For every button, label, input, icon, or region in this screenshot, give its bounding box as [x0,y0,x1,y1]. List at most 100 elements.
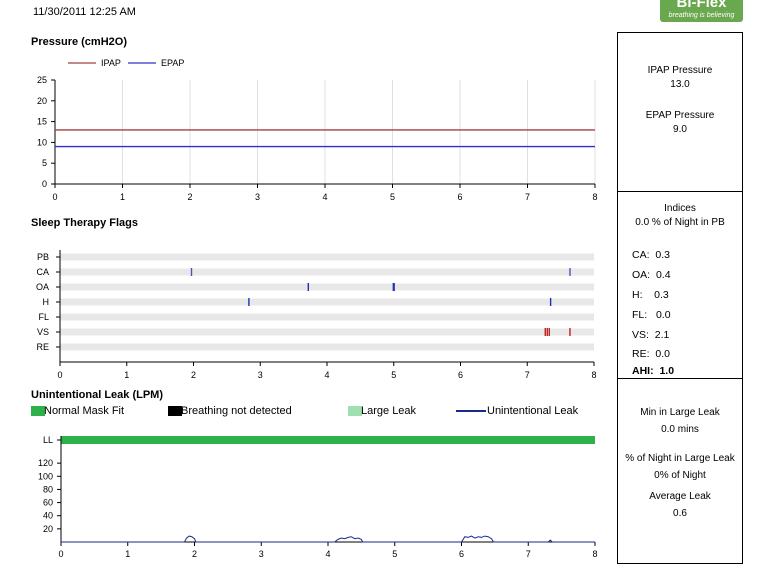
x-tick-label: 8 [592,192,597,202]
row-label-ca: CA [36,267,49,277]
y-tick-label: 5 [42,158,47,168]
y-tick-label: 60 [43,498,53,508]
y-tick-label: 15 [37,117,47,127]
index-row-h: H: 0.3 [632,289,669,301]
flag-row-band [60,328,594,336]
x-tick-label: 3 [255,192,260,202]
x-tick-label: 6 [458,370,463,380]
row-label-pb: PB [37,252,49,262]
normal-mask-fit-band [61,436,595,444]
flags-chart: PB CA OA H FL VS RE 0 1 2 3 4 5 6 7 8 [36,250,597,380]
y-tick-label: 20 [37,96,47,106]
index-value: 0.4 [655,269,671,281]
index-row-fl: FL: 0.0 [632,309,671,321]
x-tick-label: 6 [459,549,464,559]
y-tick-label: 0 [42,179,47,189]
index-label: H: [632,289,643,301]
x-tick-label: 7 [525,192,530,202]
row-label-oa: OA [36,282,49,292]
row-label-h: H [43,297,50,307]
leak-summary-panel: Min in Large Leak 0.0 mins % of Night in… [617,378,743,564]
pressure-chart: 0 1 2 3 4 5 6 7 8 0 5 10 15 20 25 IPAP EPAP [37,58,598,202]
epap-pressure-value: 9.0 [673,124,687,135]
index-row-oa: OA: 0.4 [632,269,671,281]
brand-logo: Bi-Flex breathing is believing [660,0,743,22]
ahi-value: 1.0 [659,365,675,377]
x-tick-label: 3 [258,370,263,380]
index-row-vs: VS: 2.1 [632,329,669,341]
unintentional-leak-line [61,535,595,543]
flag-row-band [60,268,594,276]
index-value: 0.3 [655,249,670,261]
leak-chart: LL 120 100 80 60 40 20 0 1 2 3 4 5 6 7 8 [38,435,598,559]
x-tick-label: 1 [124,370,129,380]
epap-pressure-label: EPAP Pressure [645,110,715,121]
pct-large-leak-value: 0% of Night [654,470,706,481]
x-tick-label: 6 [457,192,462,202]
index-value: 0.0 [655,309,671,321]
x-tick-label: 0 [57,370,62,380]
index-label: VS: [632,329,649,341]
y-tick-label: 100 [38,471,53,481]
x-tick-label: 5 [391,370,396,380]
index-label: CA: [632,249,650,261]
flag-row-band [60,283,594,291]
average-leak-value: 0.6 [673,508,687,519]
flag-row-band [60,313,594,321]
logo-text: Bi-Flex [676,0,727,11]
x-tick-label: 5 [390,192,395,202]
y-tick-label: 80 [43,484,53,494]
ipap-pressure-label: IPAP Pressure [647,65,713,76]
x-tick-label: 4 [325,549,330,559]
indices-title: Indices [664,203,696,214]
x-tick-label: 0 [58,549,63,559]
index-label: RE: [632,348,650,360]
x-tick-label: 4 [322,192,327,202]
legend-epap-label: EPAP [161,58,184,68]
x-tick-label: 4 [324,370,329,380]
pct-large-leak-label: % of Night in Large Leak [625,453,735,464]
x-tick-label: 3 [259,549,264,559]
y-tick-label: 120 [38,458,53,468]
min-large-leak-value: 0.0 mins [661,424,699,435]
index-value: 0.0 [655,348,670,360]
logo-tagline: breathing is believing [668,12,735,19]
x-tick-label: 2 [192,549,197,559]
charts-canvas: 0 1 2 3 4 5 6 7 80510152025IPAP EPAP PBCAOAHFLVSR… [36,58,598,559]
flag-row-band [60,298,594,306]
index-row-re: RE: 0.0 [632,348,670,360]
x-tick-label: 1 [120,192,125,202]
index-row-ahi: AHI: 1.0 [632,365,674,377]
row-label-vs: VS [37,327,49,337]
index-value: 0.3 [654,289,669,301]
index-label: OA: [632,269,651,281]
ahi-label: AHI: [632,365,654,377]
x-tick-label: 0 [52,192,57,202]
y-tick-label: 25 [37,75,47,85]
x-tick-label: 8 [592,549,597,559]
x-tick-label: 2 [191,370,196,380]
y-tick-label: 40 [43,511,53,521]
x-tick-label: 7 [525,370,530,380]
x-tick-label: 8 [591,370,596,380]
x-tick-label: 5 [392,549,397,559]
index-label: FL: [632,309,648,321]
y-tick-label: 10 [37,137,47,147]
x-tick-label: 7 [526,549,531,559]
index-value: 2.1 [654,329,670,341]
index-row-ca: CA: 0.3 [632,249,670,261]
row-label-fl: FL [38,312,49,322]
pressure-summary-panel: IPAP Pressure 13.0 EPAP Pressure 9.0 [617,32,743,192]
row-label-re: RE [36,342,49,352]
x-tick-label: 2 [187,192,192,202]
indices-pb-line: 0.0 % of Night in PB [635,217,725,228]
legend-ipap-label: IPAP [101,58,121,68]
min-large-leak-label: Min in Large Leak [640,407,720,418]
flag-row-band [60,253,594,261]
flag-row-band [60,343,594,351]
ipap-pressure-value: 13.0 [670,79,690,90]
x-tick-label: 1 [125,549,130,559]
indices-panel: Indices 0.0 % of Night in PB CA: 0.3 OA:… [617,191,743,379]
y-tick-label: LL [43,435,53,445]
average-leak-label: Average Leak [649,491,711,502]
